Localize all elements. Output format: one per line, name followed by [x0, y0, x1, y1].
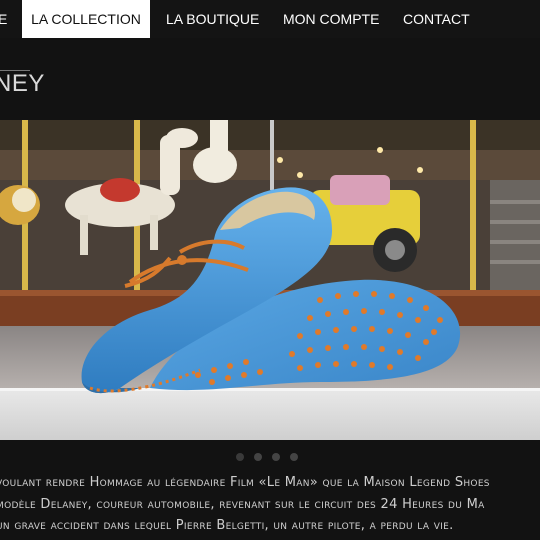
nav-item-contact[interactable]: CONTACT	[403, 0, 483, 38]
slider-dots	[0, 440, 540, 472]
slider-dot-1[interactable]	[236, 453, 244, 461]
slider-dot-2[interactable]	[254, 453, 262, 461]
hero-slide[interactable]	[0, 120, 540, 440]
nav-item-la-collection[interactable]: LA COLLECTION	[22, 0, 150, 38]
product-description: voulant rendre Hommage au légendaire Fil…	[0, 470, 540, 540]
title-bar	[0, 38, 540, 120]
nav-item-partial[interactable]: E	[0, 0, 18, 38]
page-title: NEY	[0, 70, 45, 97]
description-line-1: voulant rendre Hommage au légendaire Fil…	[0, 475, 490, 490]
slider-dot-4[interactable]	[290, 453, 298, 461]
description-line-3: un grave accident dans lequel Pierre Bel…	[0, 518, 454, 533]
description-line-2: modèle Delaney, coureur automobile, reve…	[0, 497, 485, 512]
hero-image	[0, 120, 540, 440]
nav-item-mon-compte[interactable]: MON COMPTE	[283, 0, 383, 38]
main-nav: E LA COLLECTION LA BOUTIQUE MON COMPTE C…	[0, 0, 540, 38]
nav-item-la-boutique[interactable]: LA BOUTIQUE	[166, 0, 266, 38]
slider-dot-3[interactable]	[272, 453, 280, 461]
